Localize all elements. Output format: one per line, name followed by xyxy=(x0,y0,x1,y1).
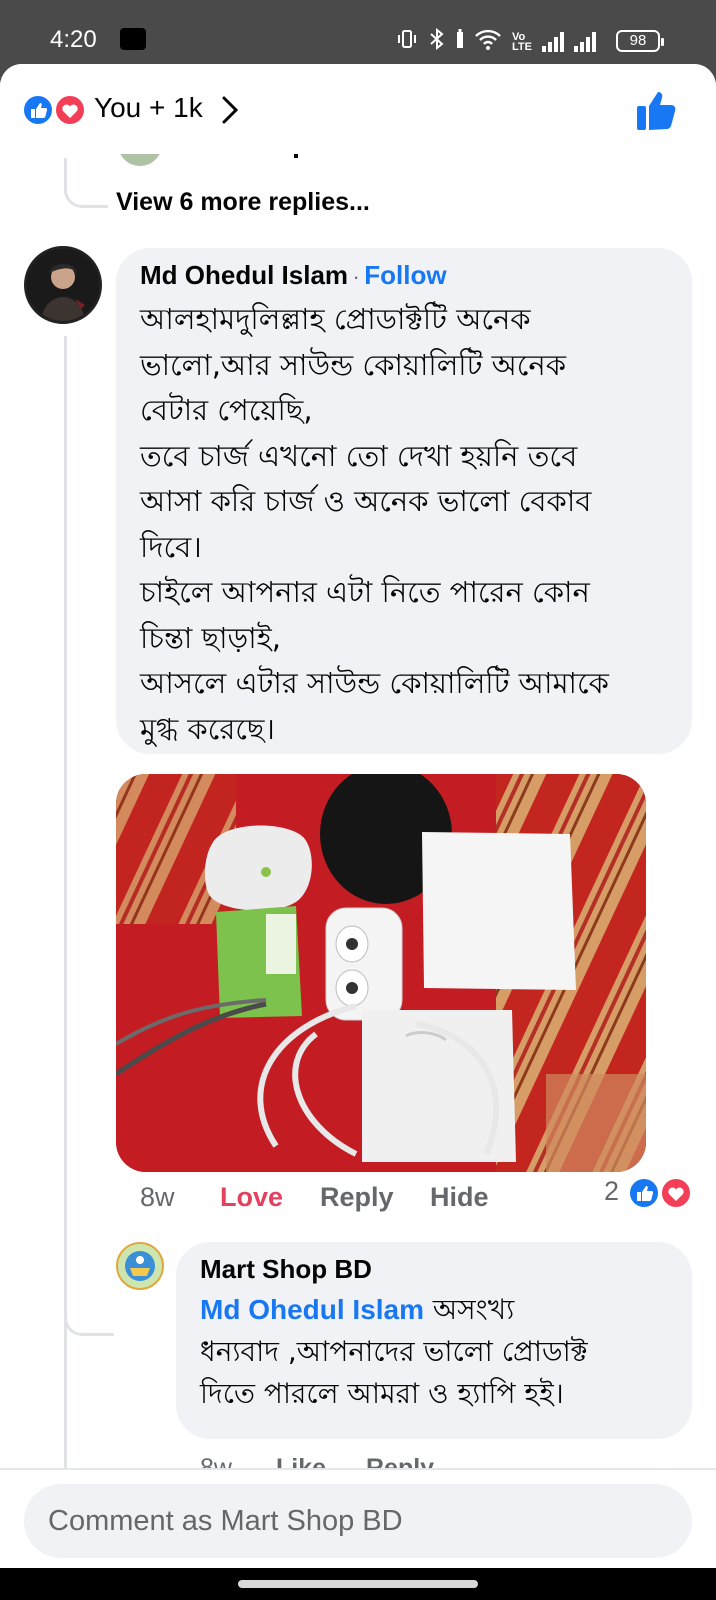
comment-composer-bar xyxy=(0,1468,716,1568)
reply-bubble[interactable]: Mart Shop BD Md Ohedul Islam অসংখ্য ধন্য… xyxy=(176,1242,692,1439)
reply-line: দিতে পারলে আমরা ও হ্যাপি হই। xyxy=(200,1377,564,1410)
avatar[interactable] xyxy=(116,1242,164,1290)
status-time: 4:20 xyxy=(50,26,97,53)
comment-photo[interactable] xyxy=(116,774,646,1172)
avatar[interactable] xyxy=(24,246,102,324)
view-more-replies-link[interactable]: View 6 more replies... xyxy=(116,188,370,217)
comment-reaction-icons[interactable] xyxy=(628,1177,694,1209)
app-notification-icon xyxy=(120,28,146,50)
like-icon[interactable] xyxy=(636,88,678,132)
reply-line: অসংখ্য xyxy=(424,1293,515,1326)
comment-line: মুগ্ধ করেছে। xyxy=(140,711,275,746)
reply-line: ধন্যবাদ ,আপনাদের ভালো প্রোডাক্ট xyxy=(200,1335,588,1368)
comment-input[interactable] xyxy=(24,1484,692,1558)
vibrate-icon xyxy=(396,28,418,56)
status-bar: 4:20 Vo LTE 98 xyxy=(0,0,716,64)
comment-composer[interactable] xyxy=(24,1484,692,1558)
comment-line: দিবে। xyxy=(140,529,202,564)
screen: 4:20 Vo LTE 98 You + 1k View 6 more repl… xyxy=(0,0,716,1600)
bluetooth-icon xyxy=(428,27,446,56)
reply-text: Md Ohedul Islam অসংখ্য ধন্যবাদ ,আপনাদের … xyxy=(200,1289,668,1415)
home-gesture-handle[interactable] xyxy=(238,1580,478,1588)
signal-icon xyxy=(574,32,596,52)
comment-line: ভালো,আর সাউন্ড কোয়ালিটি অনেক xyxy=(140,347,566,382)
signal-icon xyxy=(542,32,564,52)
comments-sheet: You + 1k View 6 more replies... Md Ohedu… xyxy=(0,64,716,1568)
separator: · xyxy=(352,264,360,289)
comment-line: আসলে এটার সাউন্ড কোয়ালিটি আমাকে xyxy=(140,666,609,700)
comment-line: চাইলে আপনার এটা নিতে পারেন কোন xyxy=(140,575,590,609)
comment-line: আলহামদুলিল্লাহ প্রোডাক্টটি অনেক xyxy=(140,302,531,336)
reply-button[interactable]: Reply xyxy=(320,1182,394,1213)
partial-text xyxy=(294,154,298,158)
comment-bubble[interactable]: Md Ohedul Islam · Follow আলহামদুলিল্লাহ … xyxy=(116,248,692,754)
comment-line: তবে চার্জ এখনো তো দেখা হয়নি তবে xyxy=(140,438,578,473)
thread-line xyxy=(64,336,67,1536)
battery-icon: 98 xyxy=(616,30,664,52)
comment-line: বেটার পেয়েছি, xyxy=(140,393,313,427)
reaction-icons xyxy=(22,94,86,126)
status-icons: Vo LTE xyxy=(396,27,596,56)
follow-button[interactable]: Follow xyxy=(364,260,446,290)
reply-author[interactable]: Mart Shop BD xyxy=(200,1254,668,1285)
volte-icon: Vo LTE xyxy=(512,31,532,53)
thread-line xyxy=(64,158,108,208)
wifi-icon xyxy=(474,28,502,56)
comment-author[interactable]: Md Ohedul Islam xyxy=(140,260,348,290)
reactions-summary[interactable]: You + 1k xyxy=(94,92,203,124)
chevron-right-icon[interactable] xyxy=(220,94,240,126)
comment-line: আসা করি চার্জ ও অনেক ভালো বেকাব xyxy=(140,484,592,518)
love-reaction-button[interactable]: Love xyxy=(220,1182,283,1213)
battery-saver-icon xyxy=(456,29,464,55)
mention-link[interactable]: Md Ohedul Islam xyxy=(200,1294,424,1325)
system-nav-bar xyxy=(0,1568,716,1600)
comment-time: 8w xyxy=(140,1182,175,1212)
hide-button[interactable]: Hide xyxy=(430,1182,489,1213)
reactions-header[interactable]: You + 1k xyxy=(0,64,716,154)
comment-text: আলহামদুলিল্লাহ প্রোডাক্টটি অনেক ভালো,আর … xyxy=(140,297,668,752)
reaction-count[interactable]: 2 xyxy=(604,1176,619,1207)
comment-line: চিন্তা ছাড়াই, xyxy=(140,620,281,655)
thread-line xyxy=(64,1264,114,1336)
